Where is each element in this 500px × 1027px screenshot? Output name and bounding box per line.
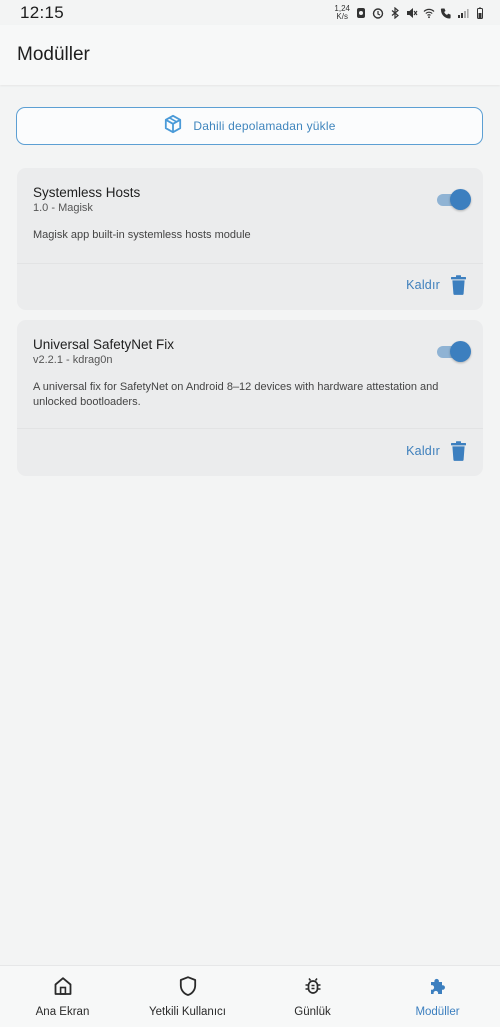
card-footer: Kaldır <box>406 441 467 461</box>
bottom-nav: Ana Ekran Yetkili Kullanıcı Günlük Modül… <box>0 965 500 1027</box>
nav-label: Modüller <box>415 1006 460 1018</box>
screen: 12:15 1,24 K/s Modüller Dahili depolamad… <box>0 0 500 1027</box>
remove-module-button[interactable]: Kaldır <box>406 275 467 295</box>
module-version: v2.2.1 - kdrag0n <box>33 354 113 366</box>
status-icons: 1,24 K/s <box>334 4 486 21</box>
mute-icon <box>406 7 418 19</box>
module-name: Systemless Hosts <box>33 185 141 200</box>
module-card: Universal SafetyNet Fix v2.2.1 - kdrag0n… <box>17 320 483 476</box>
battery-icon <box>474 7 486 19</box>
module-description: A universal fix for SafetyNet on Android… <box>33 381 439 408</box>
bug-icon <box>302 975 324 1002</box>
signal-icon <box>457 7 469 19</box>
wifi-icon <box>423 7 435 19</box>
nav-item-log[interactable]: Günlük <box>250 975 375 1018</box>
module-card: Systemless Hosts 1.0 - Magisk Magisk app… <box>17 168 483 310</box>
module-card-body: Universal SafetyNet Fix v2.2.1 - kdrag0n… <box>17 320 483 410</box>
trash-icon <box>450 441 467 461</box>
dnd-icon <box>355 7 367 19</box>
call-icon <box>440 7 452 19</box>
remove-module-button[interactable]: Kaldır <box>406 441 467 461</box>
nav-label: Yetkili Kullanıcı <box>149 1006 226 1018</box>
card-divider <box>17 263 483 264</box>
home-icon <box>52 975 74 1002</box>
puzzle-icon <box>427 975 449 1002</box>
trash-icon <box>450 275 467 295</box>
install-from-storage-button[interactable]: Dahili depolamadan yükle <box>16 107 483 145</box>
module-version: 1.0 - Magisk <box>33 202 93 214</box>
nav-label: Ana Ekran <box>35 1006 90 1018</box>
nav-label: Günlük <box>294 1006 331 1018</box>
module-description: Magisk app built-in systemless hosts mod… <box>33 229 251 241</box>
app-bar: Modüller <box>0 25 500 85</box>
bluetooth-icon <box>389 6 401 19</box>
remove-label: Kaldır <box>406 278 440 292</box>
module-card-body: Systemless Hosts 1.0 - Magisk Magisk app… <box>17 168 483 243</box>
remove-label: Kaldır <box>406 444 440 458</box>
module-enable-toggle[interactable] <box>437 341 471 363</box>
alarm-icon <box>372 7 384 19</box>
module-enable-toggle[interactable] <box>437 189 471 211</box>
page-title: Modüller <box>17 44 90 65</box>
toggle-thumb <box>450 341 471 362</box>
nav-item-modules[interactable]: Modüller <box>375 975 500 1018</box>
status-time: 12:15 <box>20 2 65 22</box>
shield-icon <box>177 975 199 1002</box>
status-bar: 12:15 1,24 K/s <box>0 0 500 25</box>
toggle-thumb <box>450 189 471 210</box>
net-speed: 1,24 K/s <box>334 4 350 21</box>
net-speed-unit: K/s <box>336 11 348 21</box>
install-label: Dahili depolamadan yükle <box>193 119 336 133</box>
nav-item-home[interactable]: Ana Ekran <box>0 975 125 1018</box>
package-icon <box>163 114 183 139</box>
card-footer: Kaldır <box>406 275 467 295</box>
card-divider <box>17 428 483 429</box>
nav-item-superuser[interactable]: Yetkili Kullanıcı <box>125 975 250 1018</box>
module-name: Universal SafetyNet Fix <box>33 337 175 352</box>
